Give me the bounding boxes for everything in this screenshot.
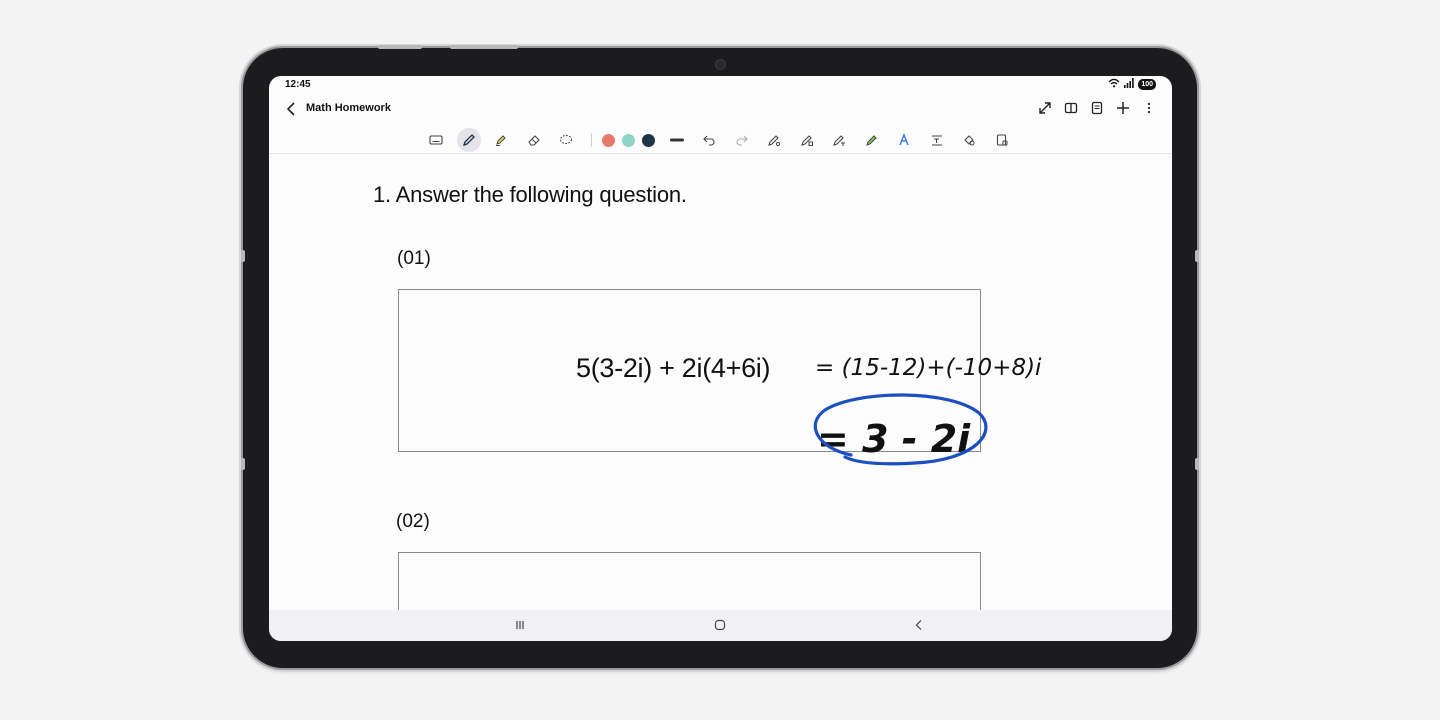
chevron-left-icon	[286, 102, 295, 116]
color-swatch-teal[interactable]	[621, 133, 635, 147]
battery-icon: 100	[1138, 79, 1156, 90]
clock: 12:45	[285, 79, 311, 90]
highlighter-tool[interactable]	[489, 128, 513, 152]
signal-icon	[1124, 78, 1135, 91]
status-icons: 100	[1108, 78, 1156, 91]
plus-icon	[1117, 102, 1129, 114]
pen-color-tool[interactable]	[860, 128, 884, 152]
fullscreen-button[interactable]	[1036, 99, 1054, 117]
side-button	[1195, 458, 1199, 470]
front-camera	[715, 59, 726, 70]
reading-mode-button[interactable]	[1062, 99, 1080, 117]
wifi-icon	[1108, 78, 1120, 91]
note-canvas[interactable]: 1. Answer the following question. (01) 5…	[269, 154, 1172, 634]
insert-text-tool[interactable]	[925, 128, 949, 152]
lock-icon	[996, 134, 1007, 146]
recent-apps-button[interactable]	[510, 616, 530, 634]
handwriting-layer: = (15-12)+(-10+8)i = 3 - 2i	[813, 355, 1042, 466]
stroke-width-tool[interactable]	[665, 128, 689, 152]
lasso-select-icon	[559, 134, 573, 145]
page-options-button[interactable]	[1088, 99, 1106, 117]
power-button	[450, 45, 518, 49]
recent-apps-icon	[516, 621, 524, 629]
side-button	[241, 250, 245, 262]
text-convert-tool[interactable]	[827, 128, 851, 152]
page-icon	[1091, 101, 1103, 115]
side-button	[1195, 250, 1199, 262]
handwritten-step: = (15-12)+(-10+8)i	[815, 355, 1042, 381]
eraser-shape-tool[interactable]	[957, 128, 981, 152]
pen-icon	[462, 134, 475, 147]
add-button[interactable]	[1114, 99, 1132, 117]
side-button	[241, 458, 245, 470]
book-icon	[1064, 102, 1078, 114]
pen-settings-tool[interactable]	[762, 128, 786, 152]
keyboard-icon	[429, 135, 443, 145]
note-title: Math Homework	[306, 102, 391, 114]
stroke-width-icon	[669, 138, 684, 142]
pen-toolbar	[269, 127, 1172, 154]
insert-text-icon	[931, 135, 942, 146]
shape-recognize-tool[interactable]	[795, 128, 819, 152]
eraser-shape-icon	[964, 135, 975, 146]
spell-tool[interactable]	[892, 128, 916, 152]
toolbar-divider	[590, 133, 592, 147]
more-options-button[interactable]	[1140, 99, 1158, 117]
pen-tool[interactable]	[456, 128, 481, 152]
navigation-bar	[269, 610, 1172, 641]
back-button[interactable]	[283, 100, 301, 118]
back-arrow-icon	[915, 620, 922, 630]
lock-tool[interactable]	[990, 128, 1014, 152]
more-vertical-icon	[1147, 102, 1151, 114]
expand-icon	[1039, 102, 1051, 114]
eraser-tool[interactable]	[522, 128, 546, 152]
color-swatch-red[interactable]	[601, 133, 615, 147]
status-bar: 12:45 100	[269, 76, 1172, 94]
pen-color-icon	[865, 135, 877, 146]
volume-button	[378, 45, 422, 49]
lasso-tool[interactable]	[554, 128, 578, 152]
shape-recognize-icon	[800, 135, 813, 146]
redo-icon	[736, 135, 748, 146]
redo-button[interactable]	[730, 128, 754, 152]
system-back-button[interactable]	[909, 616, 929, 634]
app-bar: Math Homework	[269, 96, 1172, 122]
app-actions	[1036, 99, 1158, 117]
keyboard-tool[interactable]	[424, 128, 448, 152]
text-convert-icon	[833, 135, 845, 146]
pen-settings-icon	[768, 135, 781, 147]
highlighter-icon	[496, 135, 506, 146]
home-icon	[714, 619, 726, 631]
spell-icon	[899, 133, 909, 146]
toolbar-tools	[424, 128, 1022, 152]
home-button[interactable]	[710, 616, 730, 634]
handwritten-answer: = 3 - 2i	[817, 417, 971, 461]
color-swatch-navy[interactable]	[641, 133, 655, 147]
undo-button[interactable]	[697, 128, 721, 152]
undo-icon	[703, 135, 715, 146]
screen: 12:45 100 Math Homework 1. Answer the fo…	[269, 76, 1172, 641]
eraser-icon	[527, 135, 540, 146]
